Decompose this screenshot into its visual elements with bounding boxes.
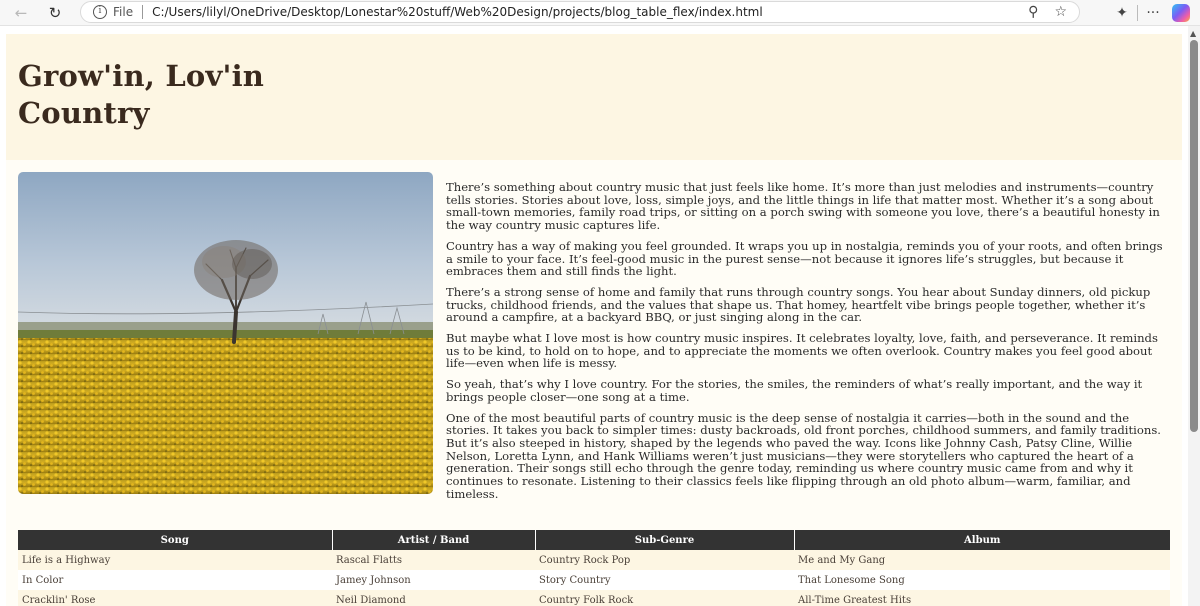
vertical-scrollbar[interactable]: ▲ [1188, 26, 1200, 606]
protocol-label: File [113, 5, 134, 19]
column-header-artist: Artist / Band [332, 530, 536, 550]
article-paragraph: But maybe what I love most is how countr… [446, 331, 1158, 371]
cell-subgenre: Story Country [535, 570, 794, 590]
extensions-icon[interactable]: ✦ [1107, 5, 1137, 21]
main-content: There’s something about country music th… [6, 160, 1182, 606]
article-paragraph: There’s a strong sense of home and famil… [446, 284, 1151, 325]
info-icon[interactable]: i [93, 5, 107, 19]
table-header-row: Song Artist / Band Sub-Genre Album [18, 530, 1170, 550]
cell-subgenre: Country Rock Pop [535, 550, 794, 570]
cell-artist: Jamey Johnson [332, 570, 535, 590]
zoom-icon[interactable]: ⚲ [1028, 4, 1038, 20]
address-bar[interactable]: i File C:/Users/lilyl/OneDrive/Desktop/L… [80, 1, 1080, 23]
cell-song: Life is a Highway [18, 550, 332, 570]
reload-icon[interactable]: ↻ [44, 2, 66, 24]
url-text[interactable]: C:/Users/lilyl/OneDrive/Desktop/Lonestar… [152, 5, 763, 19]
address-separator [142, 5, 144, 19]
table-row: In Color Jamey Johnson Story Country Tha… [18, 570, 1170, 590]
blog-article: There’s something about country music th… [446, 181, 1172, 508]
scroll-up-arrow-icon[interactable]: ▲ [1190, 29, 1196, 38]
cell-album: All-Time Greatest Hits [794, 590, 1170, 606]
favorite-star-icon[interactable]: ☆ [1054, 4, 1067, 20]
page-viewport: Grow'in, Lov'in Country There’s somethin… [0, 26, 1188, 606]
column-header-album: Album [794, 530, 1170, 550]
songs-table: Song Artist / Band Sub-Genre Album Life … [18, 530, 1170, 606]
more-menu-button[interactable]: ··· [1138, 5, 1168, 21]
cell-artist: Neil Diamond [332, 590, 535, 606]
article-paragraph: There’s something about country music th… [446, 180, 1160, 233]
scrollbar-thumb[interactable] [1190, 40, 1198, 432]
page-title-line2: Country [18, 96, 150, 130]
cell-song: In Color [18, 570, 332, 590]
cell-album: That Lonesome Song [794, 570, 1170, 590]
column-header-song: Song [18, 530, 333, 550]
page-title-line1: Grow'in, Lov'in [18, 59, 265, 93]
canola-field-tree-photo [18, 172, 433, 494]
cell-artist: Rascal Flatts [332, 550, 535, 570]
cell-song: Cracklin' Rose [18, 590, 332, 606]
back-arrow-icon[interactable]: ← [10, 2, 32, 24]
table-row: Cracklin' Rose Neil Diamond Country Folk… [18, 590, 1170, 606]
cell-subgenre: Country Folk Rock [535, 590, 794, 606]
column-header-subgenre: Sub-Genre [535, 530, 795, 550]
table-row: Life is a Highway Rascal Flatts Country … [18, 550, 1170, 570]
copilot-icon[interactable] [1172, 4, 1190, 22]
article-paragraph: One of the most beautiful parts of count… [446, 410, 1161, 501]
article-paragraph: So yeah, that’s why I love country. For … [446, 377, 1143, 404]
cell-album: Me and My Gang [794, 550, 1170, 570]
browser-toolbar: ← ↻ i File C:/Users/lilyl/OneDrive/Deskt… [0, 0, 1200, 26]
page-header: Grow'in, Lov'in Country [6, 34, 1182, 160]
page-title: Grow'in, Lov'in Country [18, 58, 264, 132]
article-paragraph: Country has a way of making you feel gro… [446, 238, 1163, 279]
